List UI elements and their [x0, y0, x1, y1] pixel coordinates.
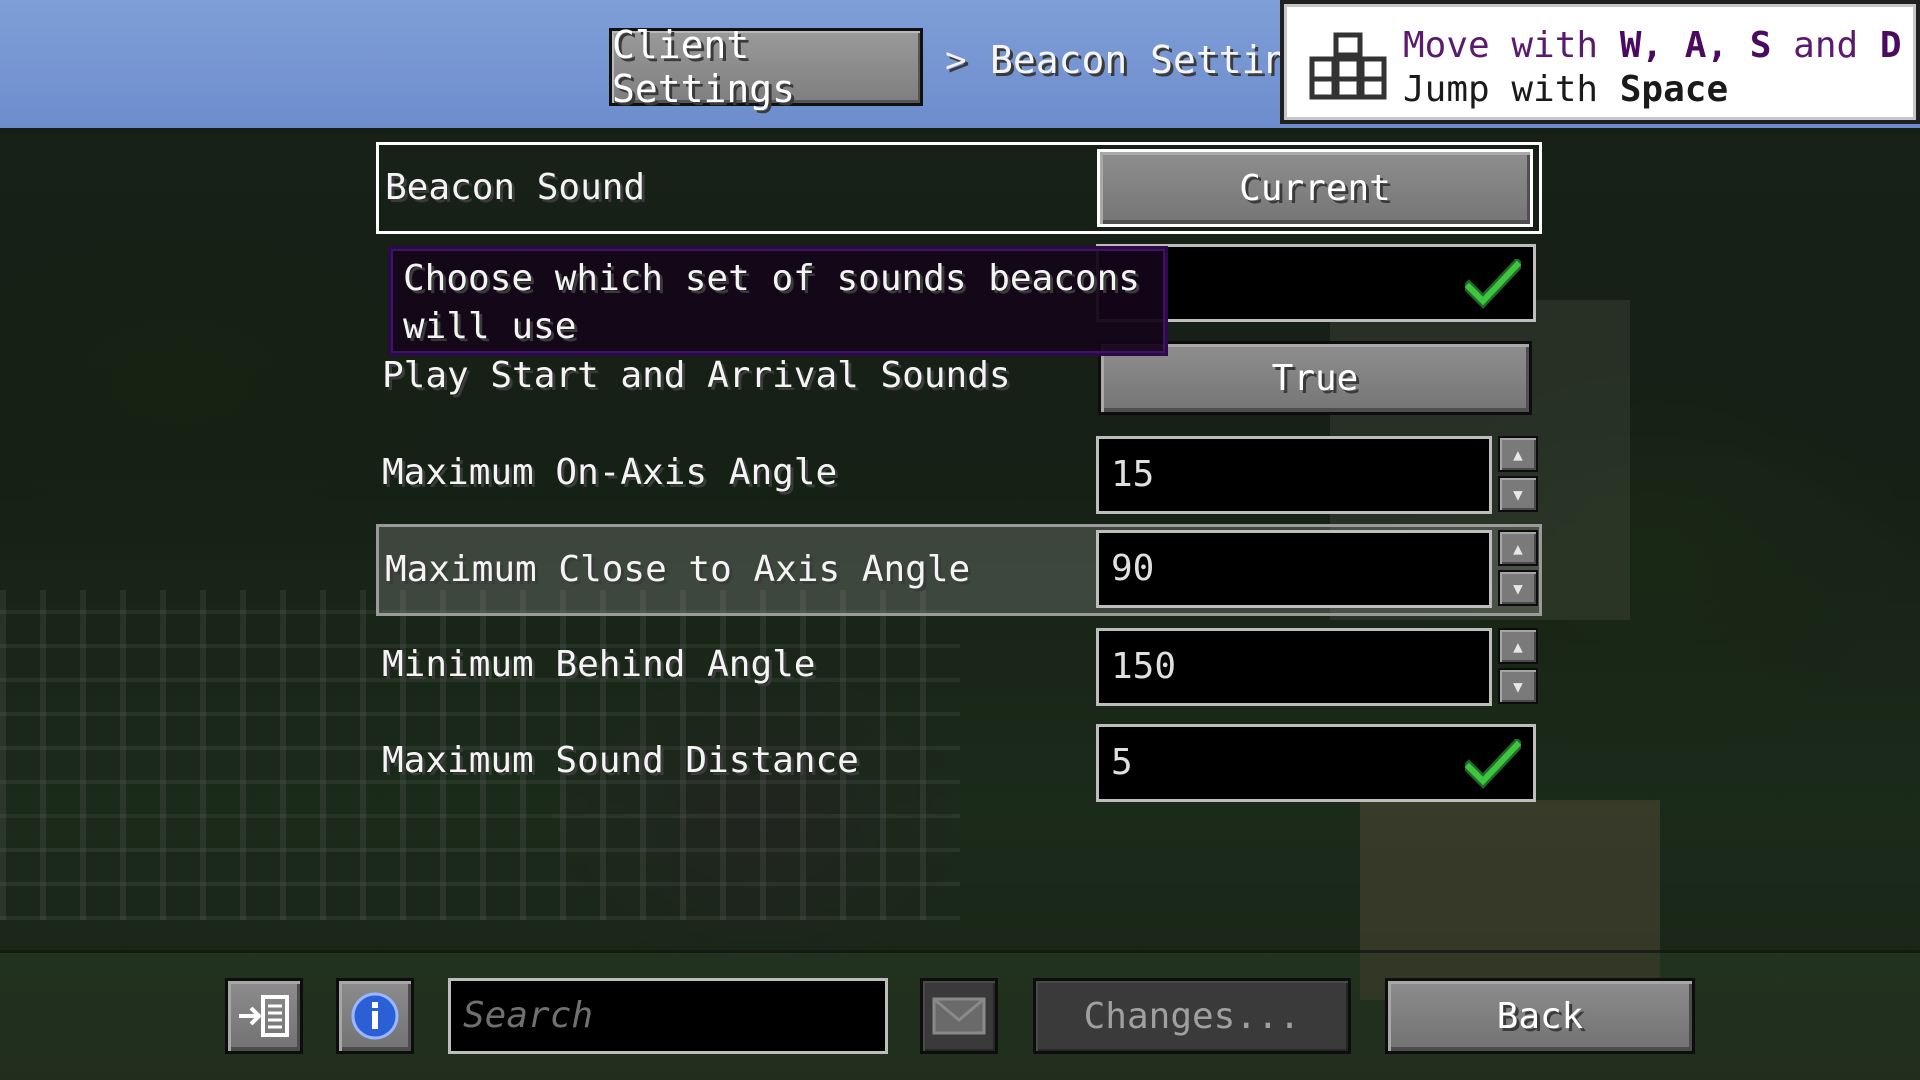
breadcrumb-client-settings-button[interactable]: Client Settings — [609, 23, 923, 111]
setting-label: Play Start and Arrival Sounds — [382, 355, 1011, 396]
checkmark-icon — [1465, 259, 1521, 309]
keyboard-keys-icon — [1309, 32, 1387, 100]
info-button[interactable] — [336, 978, 414, 1054]
mail-button[interactable] — [920, 978, 998, 1054]
search-input[interactable]: Search — [448, 978, 888, 1054]
breadcrumb-separator: > — [945, 40, 967, 81]
setting-label: Maximum Sound Distance — [382, 740, 859, 781]
export-list-button[interactable] — [225, 978, 303, 1054]
max-on-axis-angle-input[interactable]: 15 — [1096, 436, 1492, 514]
toast-move-keys: W, A, S — [1619, 25, 1772, 66]
setting-row-max-close-to-axis-angle[interactable]: Maximum Close to Axis Angle 90 ▲ ▼ — [376, 524, 1542, 616]
toast-jump-line: Jump with Space — [1403, 69, 1728, 110]
max-on-axis-angle-spinner: ▲ ▼ — [1498, 436, 1538, 514]
setting-label: Maximum On-Axis Angle — [382, 452, 838, 493]
arrow-down-icon[interactable]: ▼ — [1498, 476, 1538, 512]
checkmark-icon — [1465, 739, 1521, 789]
toast-body: Move with W, A, S and D Jump with Space — [1284, 4, 1916, 120]
toast-jump-prefix: Jump with — [1403, 69, 1620, 110]
toast-move-line: Move with W, A, S and D — [1403, 25, 1902, 66]
setting-row-max-sound-distance[interactable]: Maximum Sound Distance 5 — [376, 718, 1542, 810]
toast-jump-key: Space — [1619, 69, 1729, 110]
back-button[interactable]: Back — [1385, 978, 1695, 1054]
setting-label: Maximum Close to Axis Angle — [385, 549, 971, 590]
breadcrumb-current: Beacon Settings — [990, 38, 1282, 82]
min-behind-angle-spinner: ▲ ▼ — [1498, 628, 1538, 706]
arrow-up-icon[interactable]: ▲ — [1498, 530, 1538, 566]
arrow-up-icon[interactable]: ▲ — [1498, 436, 1538, 472]
beacon-sound-button[interactable]: Current — [1097, 149, 1533, 227]
envelope-icon — [932, 997, 986, 1035]
min-behind-angle-input[interactable]: 150 — [1096, 628, 1492, 706]
setting-label: Beacon Sound — [385, 167, 646, 208]
setting-label: Minimum Behind Angle — [382, 644, 816, 685]
toast-move-and: and — [1771, 25, 1880, 66]
export-list-icon — [239, 995, 289, 1037]
info-icon — [351, 992, 399, 1040]
max-close-to-axis-angle-input[interactable]: 90 — [1096, 530, 1492, 608]
setting-tooltip: Choose which set of sounds beacons will … — [388, 246, 1168, 356]
arrow-down-icon[interactable]: ▼ — [1498, 570, 1538, 606]
tooltip-line-2: will use — [403, 306, 577, 347]
setting-row-min-behind-angle[interactable]: Minimum Behind Angle 150 ▲ ▼ — [376, 622, 1542, 714]
toast-move-last-key: D — [1879, 25, 1902, 66]
arrow-down-icon[interactable]: ▼ — [1498, 668, 1538, 704]
toast-move-prefix: Move with — [1403, 25, 1620, 66]
arrow-up-icon[interactable]: ▲ — [1498, 628, 1538, 664]
tooltip-line-1: Choose which set of sounds beacons — [403, 258, 1140, 299]
setting-row-max-on-axis-angle[interactable]: Maximum On-Axis Angle 15 ▲ ▼ — [376, 430, 1542, 522]
changes-button[interactable]: Changes... — [1033, 978, 1351, 1054]
max-sound-distance-value: 5 — [1111, 742, 1133, 783]
tutorial-toast: Move with W, A, S and D Jump with Space — [1280, 0, 1920, 124]
setting-row-beacon-sound[interactable]: Beacon Sound Current — [376, 142, 1542, 234]
max-sound-distance-input[interactable]: 5 — [1096, 724, 1536, 802]
max-close-to-axis-angle-spinner: ▲ ▼ — [1498, 530, 1538, 608]
